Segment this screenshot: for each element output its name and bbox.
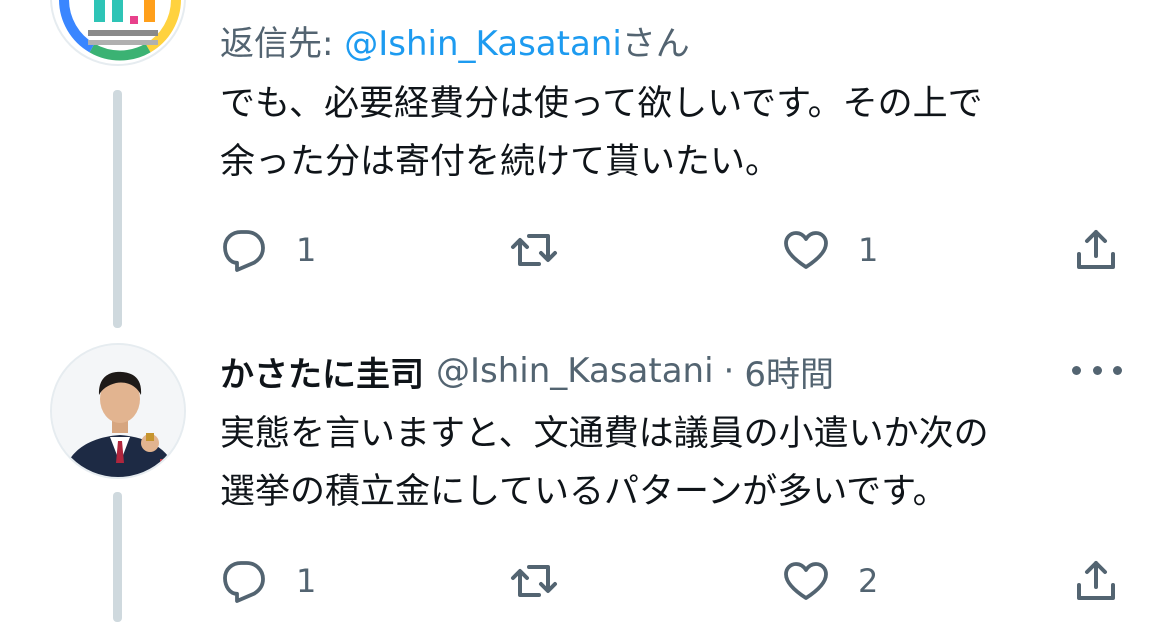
first-tweet-reply-count: 1 [296,231,317,269]
second-tweet-reply-button[interactable]: 1 [220,556,316,606]
second-tweet-like-count: 2 [858,562,879,600]
tweet-header: かさたに圭司 @Ishin_Kasatani · 6時間 [220,347,834,396]
avatar-kasatani[interactable] [50,343,186,479]
second-tweet-like-button[interactable]: 2 [782,556,878,606]
first-tweet-text-line: でも、必要経費分は使って欲しいです。その上で [220,84,983,124]
share-icon [1077,230,1115,269]
retweet-icon [511,565,557,597]
second-tweet-text-line: 実態を言いますと、文通費は議員の小遣いか次の [220,414,989,454]
heart-icon [784,562,828,600]
heart-icon [784,231,828,269]
more-icon-dot [1072,365,1081,375]
timestamp-link[interactable]: 6時間 [744,347,834,396]
thread-line-top [113,90,122,328]
header-separator: · [723,351,735,391]
first-tweet-text: でも、必要経費分は使って欲しいです。その上で 余った分は寄付を続けて貰いたい。 [220,75,983,191]
reply-icon [223,230,265,272]
second-tweet-text: 実態を言いますと、文通費は議員の小遣いか次の 選挙の積立金にしているパターンが多… [220,405,989,521]
display-name-link[interactable]: かさたに圭司 [220,347,424,396]
reply-icon [223,561,265,603]
reply-to-mention-link[interactable]: @Ishin_Kasatani [344,24,622,64]
avatar-previous-user[interactable] [50,0,186,66]
more-options-button[interactable] [1072,352,1122,388]
first-tweet-like-button[interactable]: 1 [782,225,878,275]
reply-to-label: 返信先: @Ishin_Kasataniさん [220,16,690,65]
first-tweet-retweet-button[interactable] [510,225,586,275]
first-tweet-reply-button[interactable]: 1 [220,225,316,275]
first-tweet-share-button[interactable] [1072,225,1120,275]
more-icon-dot [1113,365,1122,375]
avatar-photo-image [52,345,184,477]
more-icon-dot [1092,365,1102,375]
first-tweet-text-line: 余った分は寄付を続けて貰いたい。 [220,142,781,182]
second-tweet-text-line: 選挙の積立金にしているパターンが多いです。 [220,472,948,512]
first-tweet-like-count: 1 [858,231,879,269]
retweet-icon [511,234,557,266]
reply-to-suffix: さん [621,24,690,64]
share-icon [1077,561,1115,600]
second-tweet-share-button[interactable] [1072,556,1120,606]
handle-link[interactable]: @Ishin_Kasatani [436,351,714,391]
thread-line-bottom [113,492,122,622]
second-tweet-reply-count: 1 [296,562,317,600]
avatar-logo-image [59,0,181,61]
second-tweet-retweet-button[interactable] [510,556,586,606]
reply-to-prefix: 返信先: [220,24,345,64]
